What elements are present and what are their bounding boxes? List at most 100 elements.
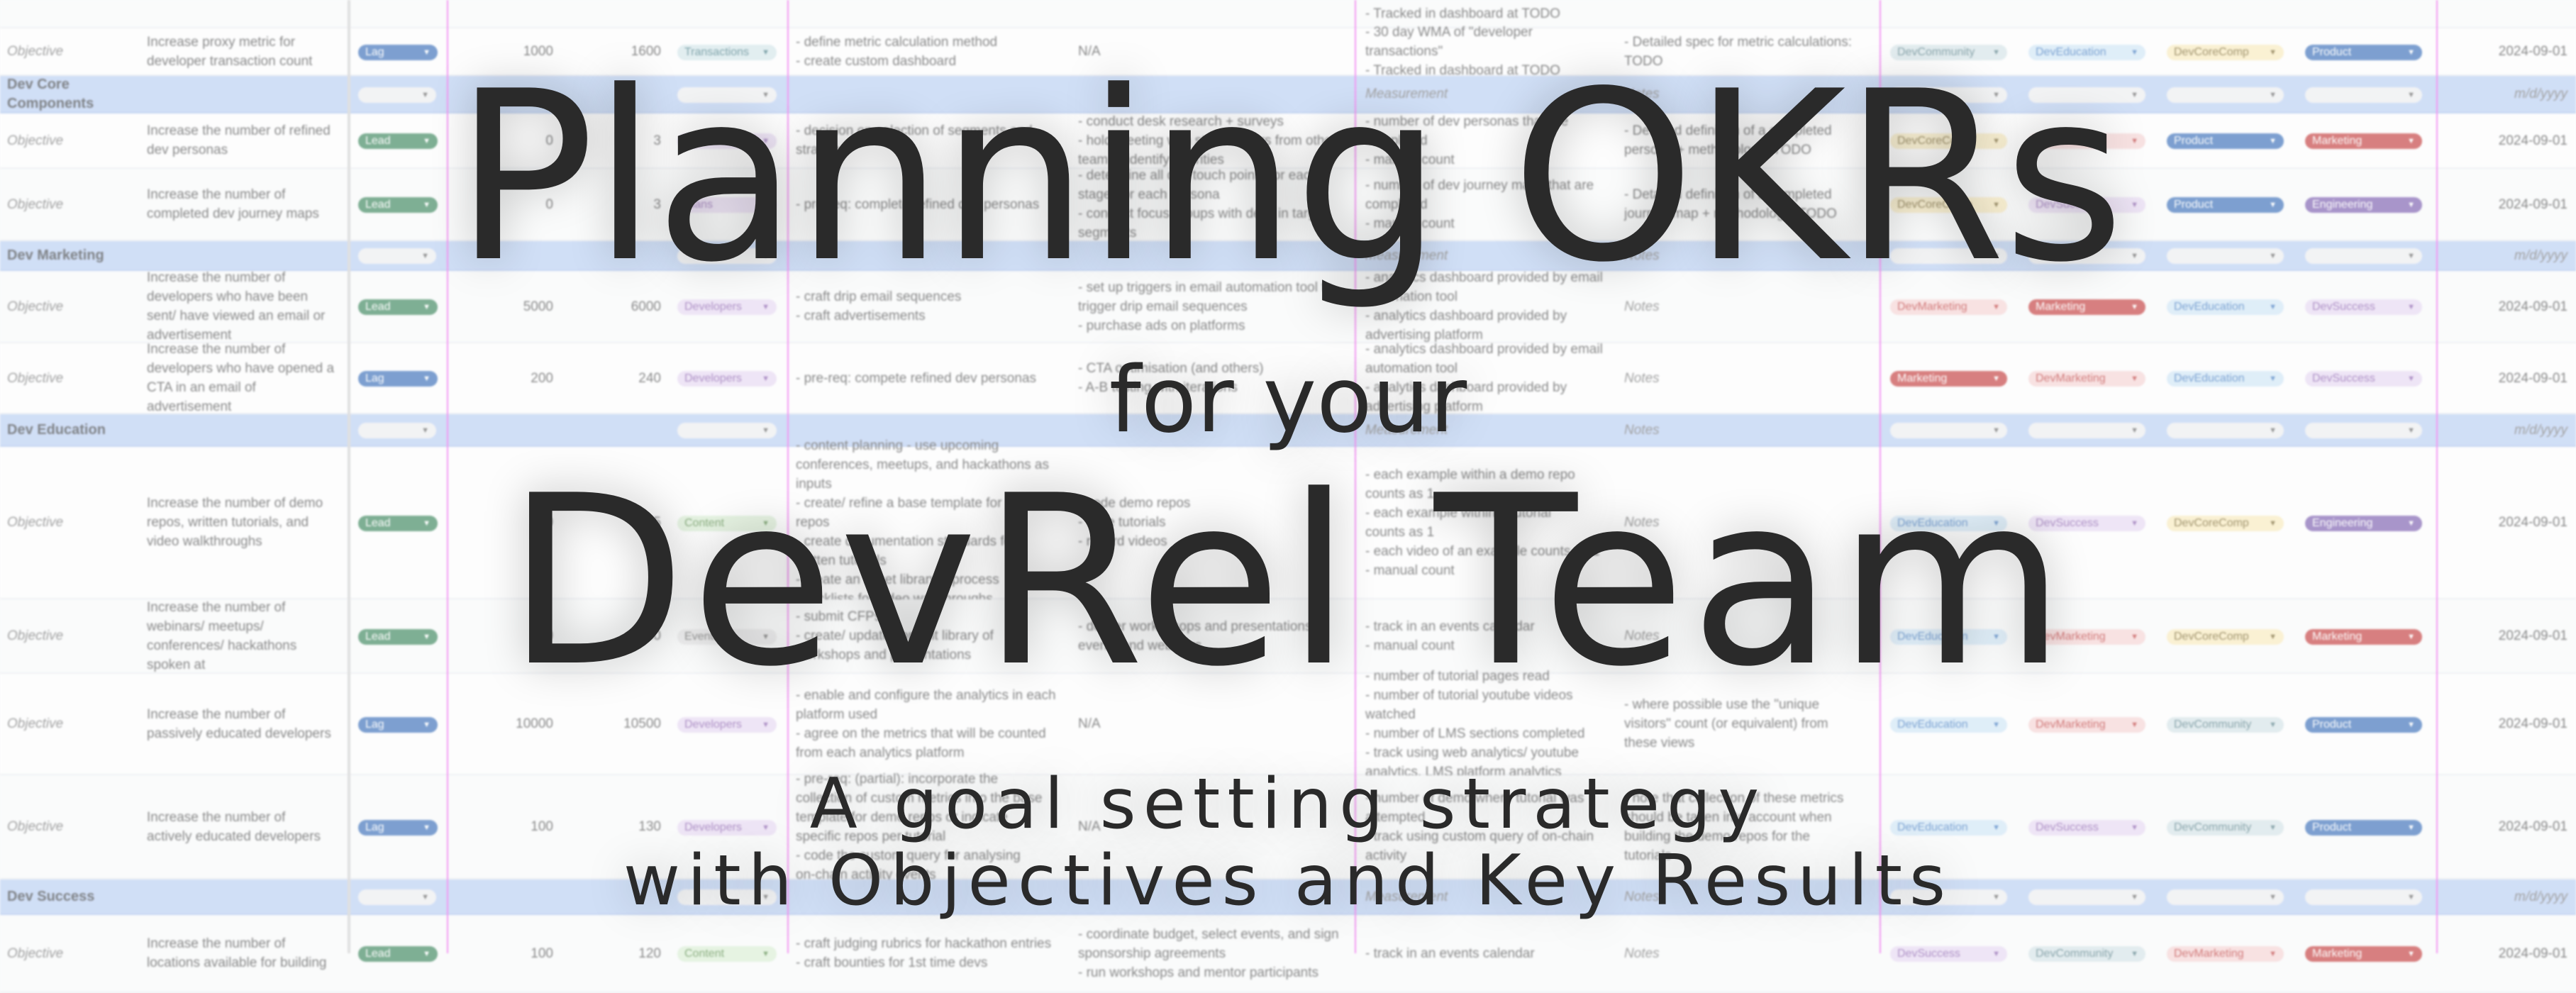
initiatives-text[interactable]: - define metric calculation method - cre… bbox=[796, 28, 1072, 74]
row-kind-label[interactable]: Objective bbox=[7, 169, 135, 240]
baseline-value[interactable]: 0 bbox=[454, 113, 553, 167]
team-dropdown-1[interactable]: DevMarketing ▼ bbox=[1890, 299, 2007, 315]
team-dropdown-2[interactable]: DevSuccess ▼ bbox=[2028, 197, 2145, 213]
team-dropdown-1[interactable]: DevEducation ▼ bbox=[1890, 716, 2007, 733]
initiatives-text[interactable] bbox=[796, 0, 1072, 27]
measurement-text[interactable]: - analytics dashboard provided by email … bbox=[1365, 342, 1617, 414]
team-dropdown-2[interactable]: DevCommunity ▼ bbox=[2028, 946, 2145, 962]
team-dropdown-4[interactable]: DevSuccess ▼ bbox=[2305, 371, 2422, 387]
team-dropdown-3[interactable]: DevCommunity ▼ bbox=[2167, 819, 2284, 836]
notes-text[interactable]: - Detailed definition of a completed per… bbox=[1624, 113, 1872, 167]
notes-header[interactable]: Notes bbox=[1624, 76, 1865, 112]
objective-text[interactable]: Increase the number of passively educate… bbox=[147, 674, 345, 774]
initiatives-text[interactable]: - craft judging rubrics for hackathon en… bbox=[796, 915, 1072, 992]
row-kind-label[interactable]: Objective bbox=[7, 271, 135, 342]
objective-text[interactable]: Increase the number of developers who ha… bbox=[147, 342, 345, 414]
team-dropdown-1[interactable]: DevCoreComp ▼ bbox=[1890, 197, 2007, 213]
target-value[interactable] bbox=[560, 0, 661, 27]
category-dropdown[interactable]: ▼ bbox=[677, 423, 777, 438]
measurement-text[interactable]: - number of dev personas that are comple… bbox=[1365, 113, 1617, 167]
activities-text[interactable]: - set up triggers in email automation to… bbox=[1078, 271, 1358, 342]
row-kind-label[interactable] bbox=[7, 0, 135, 27]
section-title[interactable]: Dev Success bbox=[7, 880, 199, 914]
category-dropdown[interactable]: Content ▼ bbox=[677, 946, 777, 962]
row-kind-label[interactable]: Objective bbox=[7, 28, 135, 74]
team-dropdown-2[interactable]: DevMarketing ▼ bbox=[2028, 133, 2145, 149]
category-dropdown[interactable]: Developers ▼ bbox=[677, 819, 777, 836]
measurement-header[interactable]: Measurement bbox=[1365, 414, 1606, 445]
lead-lag-dropdown[interactable]: Lead ▼ bbox=[358, 628, 438, 645]
notes-header[interactable]: Notes bbox=[1624, 880, 1865, 914]
notes-text[interactable]: Notes bbox=[1624, 343, 1872, 413]
measurement-text[interactable]: - 30 day WMA of "developer transactions"… bbox=[1365, 25, 1617, 78]
team-dropdown-3[interactable]: ▼ bbox=[2167, 87, 2284, 103]
activities-text[interactable]: - conduct desk research + surveys - hold… bbox=[1078, 113, 1358, 167]
initiatives-text[interactable]: - pre-req: (partial): incorporate the co… bbox=[796, 772, 1072, 882]
team-dropdown-1[interactable]: DevSuccess ▼ bbox=[1890, 946, 2007, 962]
type-dropdown[interactable]: ▼ bbox=[358, 248, 436, 264]
objective-text[interactable]: Increase the number of completed dev jou… bbox=[147, 169, 345, 240]
date-cell[interactable] bbox=[2440, 0, 2567, 27]
category-dropdown[interactable]: Plans ▼ bbox=[677, 197, 777, 213]
team-dropdown-4[interactable]: Product ▼ bbox=[2305, 819, 2422, 836]
team-dropdown-1[interactable]: DevCommunity ▼ bbox=[1890, 44, 2007, 60]
date-cell[interactable]: 2024-09-01 bbox=[2440, 674, 2567, 774]
type-dropdown[interactable]: ▼ bbox=[358, 423, 436, 438]
initiatives-text[interactable]: - pre-req: compete refined dev personas bbox=[796, 343, 1072, 413]
row-kind-label[interactable]: Objective bbox=[7, 674, 135, 774]
target-value[interactable]: 6000 bbox=[560, 271, 661, 342]
lead-lag-dropdown[interactable]: Lag ▼ bbox=[358, 716, 438, 733]
initiatives-text[interactable]: - decision on selection of segments and … bbox=[796, 113, 1072, 167]
baseline-value[interactable]: 1000 bbox=[454, 28, 553, 74]
row-kind-label[interactable]: Objective bbox=[7, 599, 135, 672]
baseline-value[interactable]: 50 bbox=[454, 447, 553, 598]
category-dropdown[interactable]: Developers ▼ bbox=[677, 299, 777, 315]
category-dropdown[interactable]: Developers ▼ bbox=[677, 371, 777, 387]
team-dropdown-1[interactable]: ▼ bbox=[1890, 889, 2007, 905]
team-dropdown-2[interactable]: DevMarketing ▼ bbox=[2028, 628, 2145, 645]
section-title[interactable]: Dev Core Components bbox=[7, 76, 199, 112]
target-value[interactable]: 75 bbox=[560, 447, 661, 598]
team-dropdown-4[interactable]: Marketing ▼ bbox=[2305, 628, 2422, 645]
team-dropdown-2[interactable]: ▼ bbox=[2028, 423, 2145, 438]
team-dropdown-2[interactable]: DevMarketing ▼ bbox=[2028, 371, 2145, 387]
category-dropdown[interactable]: ▼ bbox=[677, 87, 777, 103]
team-dropdown-4[interactable]: ▼ bbox=[2305, 248, 2422, 264]
lead-lag-dropdown[interactable]: Lead ▼ bbox=[358, 946, 438, 962]
team-dropdown-3[interactable]: DevCoreComp ▼ bbox=[2167, 628, 2284, 645]
team-dropdown-4[interactable]: ▼ bbox=[2305, 423, 2422, 438]
team-dropdown-1[interactable]: Marketing ▼ bbox=[1890, 371, 2007, 387]
team-dropdown-2[interactable]: ▼ bbox=[2028, 889, 2145, 905]
baseline-value[interactable]: 100 bbox=[454, 775, 553, 878]
row-kind-label[interactable]: Objective bbox=[7, 113, 135, 167]
team-dropdown-2[interactable]: ▼ bbox=[2028, 87, 2145, 103]
date-cell[interactable]: m/d/yyyy bbox=[2440, 414, 2567, 445]
lead-lag-dropdown[interactable]: Lag ▼ bbox=[358, 44, 438, 60]
date-cell[interactable]: 2024-09-01 bbox=[2440, 28, 2567, 74]
measurement-text[interactable]: - each example within a demo repo counts… bbox=[1365, 447, 1617, 598]
team-dropdown-3[interactable]: DevMarketing ▼ bbox=[2167, 946, 2284, 962]
team-dropdown-4[interactable]: Product ▼ bbox=[2305, 716, 2422, 733]
target-value[interactable]: 3 bbox=[560, 169, 661, 240]
objective-text[interactable]: Increase the number of actively educated… bbox=[147, 775, 345, 878]
date-cell[interactable]: m/d/yyyy bbox=[2440, 76, 2567, 112]
objective-text[interactable]: Increase the number of developers who ha… bbox=[147, 270, 345, 343]
lead-lag-dropdown[interactable]: Lag ▼ bbox=[358, 371, 438, 387]
measurement-header[interactable]: Measurement bbox=[1365, 880, 1606, 914]
initiatives-text[interactable]: - enable and configure the analytics in … bbox=[796, 674, 1072, 774]
row-kind-label[interactable]: Objective bbox=[7, 343, 135, 413]
target-value[interactable]: 120 bbox=[560, 915, 661, 992]
activities-text[interactable]: - code demo repos - write tutorials - re… bbox=[1078, 447, 1358, 598]
row-kind-label[interactable]: Objective bbox=[7, 447, 135, 598]
activities-text[interactable]: - coordinate budget, select events, and … bbox=[1078, 915, 1358, 992]
date-cell[interactable]: 2024-09-01 bbox=[2440, 915, 2567, 992]
team-dropdown-2[interactable]: DevEducation ▼ bbox=[2028, 44, 2145, 60]
notes-text[interactable]: - Detailed spec for metric calculations:… bbox=[1624, 28, 1872, 74]
date-cell[interactable]: 2024-09-01 bbox=[2440, 271, 2567, 342]
date-cell[interactable]: 2024-09-01 bbox=[2440, 113, 2567, 167]
activities-text[interactable] bbox=[1078, 0, 1358, 27]
target-value[interactable]: 240 bbox=[560, 343, 661, 413]
measurement-text[interactable]: - track in an events calendar - manual c… bbox=[1365, 599, 1617, 672]
team-dropdown-1[interactable]: ▼ bbox=[1890, 87, 2007, 103]
team-dropdown-1[interactable]: DevEducation ▼ bbox=[1890, 819, 2007, 836]
